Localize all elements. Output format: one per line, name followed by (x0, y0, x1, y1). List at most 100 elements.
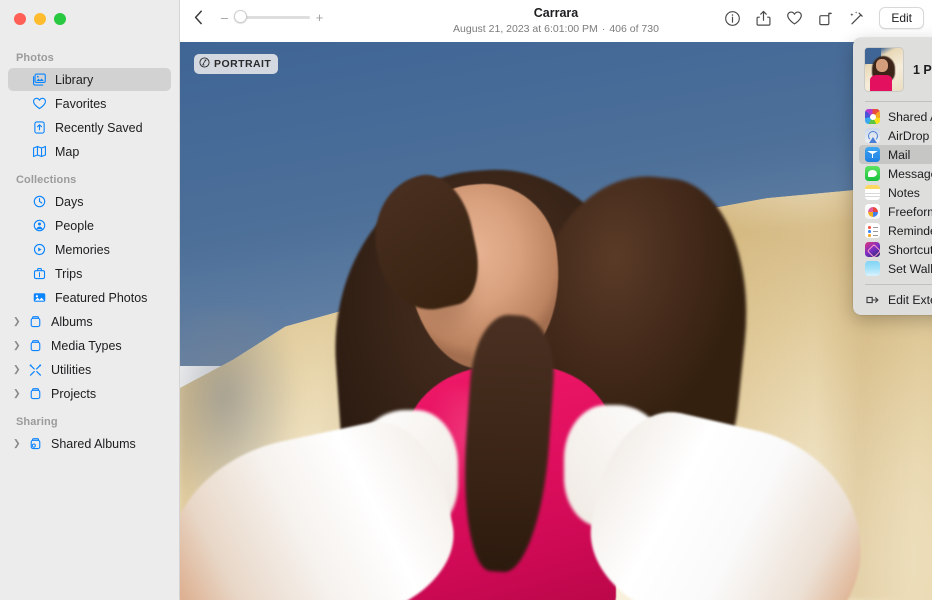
reminders-app-icon (865, 223, 880, 238)
photo-position: 406 of 730 (609, 23, 659, 35)
sidebar-item-label: Shared Albums (51, 437, 136, 451)
popover-divider-top (865, 101, 932, 102)
sidebar-item-label: Days (55, 195, 83, 209)
tools-icon (26, 362, 45, 378)
wallpaper-icon (865, 261, 880, 276)
sidebar-item-favorites[interactable]: Favorites (8, 92, 171, 115)
share-item-airdrop[interactable]: AirDrop (859, 126, 932, 145)
sidebar-item-utilities[interactable]: ❯ Utilities (8, 358, 171, 381)
share-item-shortcuts[interactable]: Shortcuts (859, 240, 932, 259)
share-item-label: Shared Albums (888, 110, 932, 124)
mail-app-icon (865, 147, 880, 162)
favorite-button[interactable] (780, 5, 808, 31)
shared-album-icon (26, 436, 45, 452)
aperture-icon (199, 57, 210, 71)
extensions-icon (865, 292, 880, 307)
share-item-label: Edit Extensions… (888, 293, 932, 307)
sidebar-item-recently-saved[interactable]: Recently Saved (8, 116, 171, 139)
sidebar-item-label: Memories (55, 243, 110, 257)
share-item-set-wallpaper[interactable]: Set Wallpaper (859, 259, 932, 278)
album-icon (26, 314, 45, 330)
sidebar-item-label: Media Types (51, 339, 122, 353)
share-item-freeform[interactable]: Freeform (859, 202, 932, 221)
chevron-right-icon[interactable]: ❯ (13, 341, 25, 350)
chevron-right-icon[interactable]: ❯ (13, 365, 25, 374)
person-subject (180, 42, 932, 600)
sidebar-item-label: Utilities (51, 363, 91, 377)
chevron-right-icon[interactable]: ❯ (13, 439, 25, 448)
share-item-edit-extensions[interactable]: Edit Extensions… (859, 290, 932, 309)
sidebar-item-projects[interactable]: ❯ Projects (8, 382, 171, 405)
sidebar-item-label: Favorites (55, 97, 106, 111)
album-icon (26, 338, 45, 354)
sidebar-item-map[interactable]: Map (8, 140, 171, 163)
share-item-label: Messages (888, 167, 932, 181)
sidebar-item-shared-albums[interactable]: ❯ Shared Albums (8, 432, 171, 455)
share-item-reminders[interactable]: Reminders (859, 221, 932, 240)
chevron-right-icon[interactable]: ❯ (13, 317, 25, 326)
zoom-button[interactable] (54, 13, 66, 25)
toolbar: – + Carrara August 21, 2023 at 6:01:00 P… (180, 0, 932, 42)
back-button[interactable] (186, 4, 210, 30)
photos-window: Photos Library Favorites Recently Saved … (0, 0, 932, 600)
metadata-separator: · (602, 23, 606, 35)
zoom-slider-track[interactable] (234, 16, 310, 19)
share-item-messages[interactable]: Messages (859, 164, 932, 183)
chevron-right-icon[interactable]: ❯ (13, 389, 25, 398)
close-button[interactable] (14, 13, 26, 25)
sidebar-item-label: Albums (51, 315, 93, 329)
shortcuts-app-icon (865, 242, 880, 257)
share-item-label: Notes (888, 186, 920, 200)
sidebar-section-collections: Collections (0, 164, 179, 189)
share-item-label: Reminders (888, 224, 932, 238)
clock-icon (30, 194, 49, 210)
rotate-button[interactable] (811, 5, 839, 31)
person-circle-icon (30, 218, 49, 234)
photos-app-icon (865, 109, 880, 124)
main-content: – + Carrara August 21, 2023 at 6:01:00 P… (180, 0, 932, 600)
share-item-label: Mail (888, 148, 910, 162)
sidebar-item-library[interactable]: Library (8, 68, 171, 91)
sidebar-item-label: Trips (55, 267, 82, 281)
zoom-slider-knob[interactable] (234, 10, 247, 23)
portrait-badge[interactable]: PORTRAIT (194, 54, 278, 74)
info-button[interactable] (718, 5, 746, 31)
share-item-label: AirDrop (888, 129, 929, 143)
photo-date: August 21, 2023 at 6:01:00 PM (453, 23, 598, 35)
sidebar-item-featured-photos[interactable]: Featured Photos (8, 286, 171, 309)
share-item-label: Set Wallpaper (888, 262, 932, 276)
airdrop-icon (865, 128, 880, 143)
sidebar-item-people[interactable]: People (8, 214, 171, 237)
zoom-out-label[interactable]: – (220, 11, 229, 24)
minimize-button[interactable] (34, 13, 46, 25)
sidebar-item-days[interactable]: Days (8, 190, 171, 213)
share-item-notes[interactable]: Notes (859, 183, 932, 202)
share-popover: 1 Photo Selected Shared Albums AirDrop M… (853, 38, 932, 315)
suitcase-icon (30, 266, 49, 282)
sidebar-item-label: Recently Saved (55, 121, 143, 135)
share-item-mail[interactable]: Mail (859, 145, 932, 164)
zoom-in-label[interactable]: + (315, 11, 324, 24)
share-button[interactable] (749, 5, 777, 31)
sidebar-item-label: Featured Photos (55, 291, 147, 305)
sidebar-item-label: Projects (51, 387, 96, 401)
edit-button[interactable]: Edit (879, 7, 924, 29)
auto-enhance-button[interactable] (842, 5, 870, 31)
portrait-badge-label: PORTRAIT (214, 58, 271, 70)
sidebar-item-memories[interactable]: Memories (8, 238, 171, 261)
photo-viewer[interactable]: PORTRAIT (180, 42, 932, 600)
freeform-app-icon (865, 204, 880, 219)
sidebar-item-trips[interactable]: Trips (8, 262, 171, 285)
map-icon (30, 144, 49, 160)
share-item-label: Shortcuts (888, 243, 932, 257)
notes-app-icon (865, 185, 880, 200)
featured-photo-icon (30, 290, 49, 306)
sidebar-section-photos: Photos (0, 34, 179, 67)
share-item-shared-albums[interactable]: Shared Albums (859, 107, 932, 126)
zoom-slider[interactable]: – + (220, 11, 324, 24)
toolbar-right-group: Edit (718, 5, 924, 31)
sidebar-item-albums[interactable]: ❯ Albums (8, 310, 171, 333)
sidebar-item-media-types[interactable]: ❯ Media Types (8, 334, 171, 357)
selected-photo-thumbnail (865, 48, 903, 91)
album-icon (26, 386, 45, 402)
